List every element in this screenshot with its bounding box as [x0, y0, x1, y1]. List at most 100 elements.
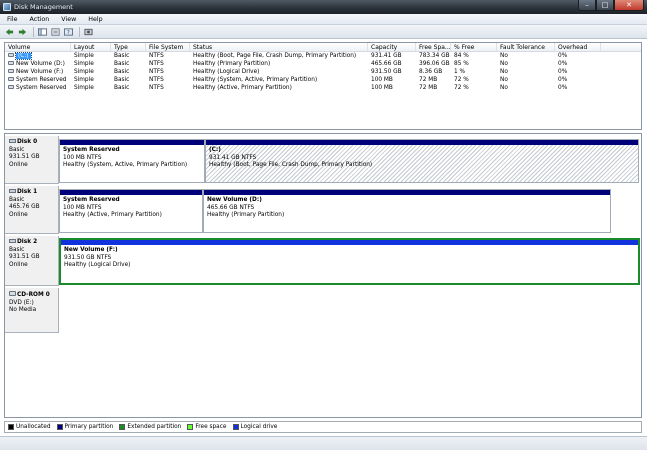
legend-swatch-primary	[56, 424, 63, 430]
volume-capacity: 100 MB	[371, 85, 393, 91]
minimize-button[interactable]: –	[578, 0, 596, 11]
partition-system-reserved[interactable]: System Reserved 100 MB NTFS Healthy (Sys…	[59, 139, 205, 183]
volume-layout: Simple	[74, 53, 94, 59]
partition-name: New Volume (F:)	[64, 247, 118, 253]
volume-file-system: NTFS	[149, 77, 164, 83]
volume-percent-free: 85 %	[454, 61, 469, 67]
column-header-overhead[interactable]: Overhead	[555, 43, 601, 51]
cd-rom-icon	[9, 291, 16, 296]
disk-1-row: Disk 1 Basic 465.76 GB Online System Res…	[5, 186, 641, 234]
legend-label: Primary partition	[64, 424, 114, 430]
menu-help[interactable]: Help	[88, 14, 102, 24]
volume-list-header: Volume Layout Type File System Status Ca…	[5, 43, 641, 52]
help-icon[interactable]: ?	[63, 27, 74, 37]
menu-file[interactable]: File	[7, 14, 18, 24]
disk-2-label[interactable]: Disk 2 Basic 931.51 GB Online	[5, 236, 59, 286]
volume-capacity: 931.41 GB	[371, 53, 402, 59]
partition-status: Healthy (Primary Partition)	[207, 212, 285, 218]
disk-status: Online	[9, 261, 28, 268]
volume-status: Healthy (Primary Partition)	[193, 61, 271, 67]
disk-name: CD-ROM 0	[17, 292, 50, 298]
cdrom-0-label[interactable]: CD-ROM 0 DVD (E:) No Media	[5, 288, 59, 333]
legend-swatch-unallocated	[8, 424, 14, 430]
disk-name: Disk 2	[17, 239, 38, 245]
column-header-status[interactable]: Status	[190, 43, 368, 51]
volume-list[interactable]: Volume Layout Type File System Status Ca…	[4, 42, 642, 130]
column-header-percent-free[interactable]: % Free	[451, 43, 497, 51]
partition-size: 931.41 GB NTFS	[209, 154, 257, 161]
menu-view[interactable]: View	[61, 14, 76, 24]
volume-capacity: 465.66 GB	[371, 61, 402, 67]
partition-status: Healthy (Logical Drive)	[64, 262, 131, 268]
hard-disk-icon	[9, 139, 16, 143]
partition-name: (C:)	[209, 147, 221, 153]
disk-status: Online	[9, 211, 28, 218]
volume-row[interactable]: New Volume (D:) Simple Basic NTFS Health…	[5, 60, 641, 68]
drive-icon	[8, 85, 14, 89]
column-header-fault-tolerance[interactable]: Fault Tolerance	[497, 43, 555, 51]
rescan-disks-icon[interactable]	[83, 27, 94, 37]
volume-fault-tolerance: No	[500, 85, 508, 91]
partition-name: System Reserved	[63, 147, 120, 153]
partition-status: Healthy (Active, Primary Partition)	[63, 212, 162, 218]
partition-f-drive[interactable]: New Volume (F:) 931.50 GB NTFS Healthy (…	[61, 240, 638, 283]
drive-icon	[8, 69, 14, 73]
partition-d-drive[interactable]: New Volume (D:) 465.66 GB NTFS Healthy (…	[203, 189, 611, 233]
volume-free-space: 72 MB	[419, 77, 438, 83]
volume-overhead: 0%	[558, 77, 568, 83]
toolbar-separator	[33, 26, 34, 37]
volume-row[interactable]: System Reserved Simple Basic NTFS Health…	[5, 76, 641, 84]
column-header-free-space[interactable]: Free Spa...	[416, 43, 451, 51]
properties-icon[interactable]	[50, 27, 61, 37]
column-header-file-system[interactable]: File System	[146, 43, 190, 51]
legend-item: Free space	[187, 424, 227, 430]
legend-swatch-free-space	[187, 424, 194, 430]
volume-name: New Volume (F:)	[16, 69, 64, 75]
disk-0-row: Disk 0 Basic 931.51 GB Online System Res…	[5, 136, 641, 184]
close-button[interactable]: ✕	[614, 0, 644, 11]
show-hide-tree-icon[interactable]	[37, 27, 48, 37]
partition-size: 465.66 GB NTFS	[207, 204, 255, 211]
disk-map: Disk 0 Basic 931.51 GB Online System Res…	[4, 133, 642, 418]
extended-partition[interactable]: New Volume (F:) 931.50 GB NTFS Healthy (…	[59, 238, 640, 285]
legend: Unallocated Primary partition Extended p…	[4, 421, 642, 433]
volume-free-space: 783.34 GB	[419, 53, 450, 59]
volume-free-space: 396.06 GB	[419, 61, 450, 67]
volume-percent-free: 84 %	[454, 53, 469, 59]
drive-icon	[8, 61, 14, 65]
legend-item: Extended partition	[119, 424, 181, 430]
back-icon[interactable]	[4, 27, 15, 37]
volume-fault-tolerance: No	[500, 53, 508, 59]
disk-size: 931.51 GB	[9, 154, 40, 160]
volume-overhead: 0%	[558, 53, 568, 59]
legend-label: Free space	[195, 424, 227, 430]
volume-name: System Reserved	[16, 85, 67, 91]
partition-size: 100 MB NTFS	[63, 204, 102, 211]
disk-1-label[interactable]: Disk 1 Basic 465.76 GB Online	[5, 186, 59, 234]
column-header-capacity[interactable]: Capacity	[368, 43, 416, 51]
disk-0-label[interactable]: Disk 0 Basic 931.51 GB Online	[5, 136, 59, 184]
title-bar: Disk Management – □ ✕	[0, 0, 647, 14]
column-header-layout[interactable]: Layout	[71, 43, 111, 51]
partition-system-reserved[interactable]: System Reserved 100 MB NTFS Healthy (Act…	[59, 189, 203, 233]
menu-action[interactable]: Action	[30, 14, 50, 24]
toolbar: ?	[0, 25, 647, 39]
volume-row[interactable]: (C:) Simple Basic NTFS Healthy (Boot, Pa…	[5, 52, 641, 60]
column-header-volume[interactable]: Volume	[5, 43, 71, 51]
volume-capacity: 100 MB	[371, 77, 393, 83]
disk-type: DVD (E:)	[9, 299, 34, 306]
column-header-type[interactable]: Type	[111, 43, 146, 51]
volume-layout: Simple	[74, 77, 94, 83]
volume-row[interactable]: New Volume (F:) Simple Basic NTFS Health…	[5, 68, 641, 76]
volume-layout: Simple	[74, 85, 94, 91]
forward-icon[interactable]	[17, 27, 28, 37]
partition-size: 100 MB NTFS	[63, 154, 102, 161]
maximize-button[interactable]: □	[596, 0, 614, 11]
volume-percent-free: 72 %	[454, 77, 469, 83]
volume-free-space: 72 MB	[419, 85, 438, 91]
volume-status: Healthy (System, Active, Primary Partiti…	[193, 77, 318, 83]
partition-c-drive[interactable]: (C:) 931.41 GB NTFS Healthy (Boot, Page …	[205, 139, 639, 183]
volume-row[interactable]: System Reserved Simple Basic NTFS Health…	[5, 84, 641, 92]
partition-size: 931.50 GB NTFS	[64, 254, 112, 261]
disk-type: Basic	[9, 146, 25, 153]
